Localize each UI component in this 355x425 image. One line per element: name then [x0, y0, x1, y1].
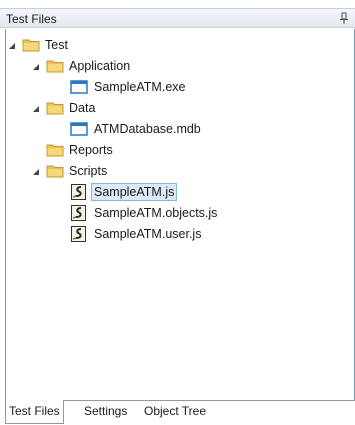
tree-label: Application [69, 59, 131, 73]
tree-label: SampleATM.user.js [94, 227, 202, 241]
tree-label: SampleATM.exe [94, 80, 186, 94]
expand-arrow-icon[interactable] [32, 102, 40, 112]
panel-tabs: Test Files Settings Object Tree [5, 400, 355, 425]
folder-icon [46, 58, 64, 74]
tree-label: Test [45, 38, 68, 52]
tree-label: Scripts [69, 164, 108, 178]
file-tree: Test Application SampleATM.exe Data ATMD… [5, 29, 355, 401]
expand-arrow-icon[interactable] [32, 60, 40, 70]
app-window-icon [70, 79, 88, 95]
tab-test-files[interactable]: Test Files [5, 400, 64, 424]
tree-node-scripts[interactable]: Scripts [6, 161, 206, 181]
tree-node-sampleatm-exe[interactable]: SampleATM.exe [6, 77, 226, 97]
tree-node-test[interactable]: Test [6, 35, 206, 55]
folder-icon [46, 142, 64, 158]
script-icon [70, 184, 88, 200]
tab-object-tree[interactable]: Object Tree [141, 401, 209, 423]
expand-arrow-icon[interactable] [8, 39, 16, 49]
tree-node-data[interactable]: Data [6, 98, 206, 118]
tree-node-sampleatm-user-js[interactable]: SampleATM.user.js [6, 224, 246, 244]
folder-icon [22, 37, 40, 53]
tab-settings[interactable]: Settings [81, 401, 130, 423]
expand-arrow-icon[interactable] [32, 165, 40, 175]
database-window-icon [70, 121, 88, 137]
tree-node-application[interactable]: Application [6, 56, 206, 76]
script-icon [70, 205, 88, 221]
tree-label: Reports [69, 143, 113, 157]
script-icon [70, 226, 88, 242]
panel-title: Test Files [6, 12, 57, 26]
tree-label: ATMDatabase.mdb [94, 122, 201, 136]
tree-label: SampleATM.objects.js [94, 206, 218, 220]
tree-label: SampleATM.js [91, 183, 178, 201]
folder-icon [46, 163, 64, 179]
tree-node-atmdatabase-mdb[interactable]: ATMDatabase.mdb [6, 119, 226, 139]
tree-node-sampleatm-objects-js[interactable]: SampleATM.objects.js [6, 203, 246, 223]
tree-node-sampleatm-js[interactable]: SampleATM.js [6, 182, 226, 202]
folder-icon [46, 100, 64, 116]
tree-label: Data [69, 101, 96, 115]
test-files-panel: Test Files Test Application SampleATM.ex… [0, 0, 355, 425]
tree-node-reports[interactable]: Reports [6, 140, 206, 160]
pin-icon[interactable] [339, 12, 349, 25]
panel-titlebar: Test Files [0, 8, 355, 28]
